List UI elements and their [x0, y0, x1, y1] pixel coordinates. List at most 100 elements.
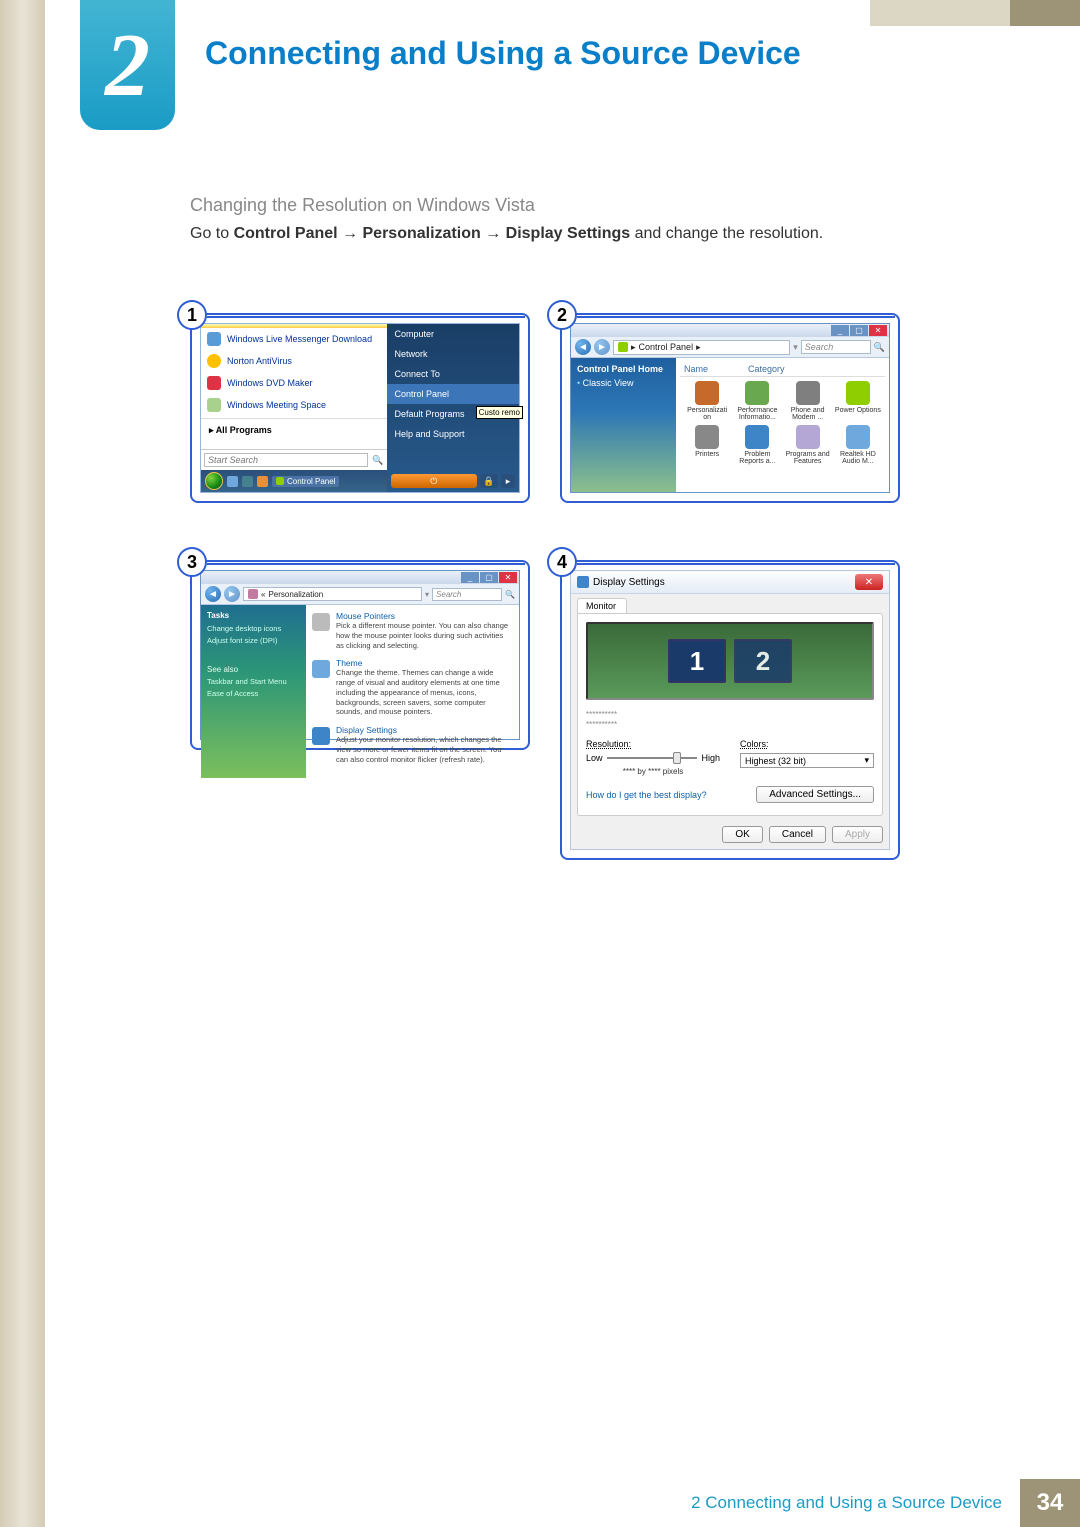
power-button[interactable]: ⏻ [391, 474, 478, 488]
window-titlebar: _ ▢ ✕ [201, 571, 519, 584]
search-input[interactable]: Search [801, 340, 871, 354]
app-icon [745, 425, 769, 449]
ok-button[interactable]: OK [722, 826, 762, 843]
personalization-sidebar: Tasks Change desktop icons Adjust font s… [201, 605, 306, 778]
cp-icon[interactable]: Phone and Modem ... [785, 381, 831, 421]
control-panel-sidebar: Control Panel Home Classic View [571, 358, 676, 492]
label: Default Programs [395, 409, 465, 419]
back-button[interactable]: ◄ [575, 339, 591, 355]
label: Windows Meeting Space [227, 400, 326, 410]
personalization-item[interactable]: Mouse PointersPick a different mouse poi… [312, 611, 513, 650]
maximize-button[interactable]: ▢ [850, 325, 868, 336]
page-side-tab [0, 0, 45, 1527]
cp-icon[interactable]: Printers [684, 425, 730, 465]
forward-button[interactable]: ► [224, 586, 240, 602]
help-link[interactable]: How do I get the best display? [586, 790, 707, 800]
cp-icon[interactable]: Programs and Features [785, 425, 831, 465]
item-title: Display Settings [336, 725, 513, 735]
colors-select[interactable]: Highest (32 bit) ▾ [740, 753, 874, 768]
start-menu-item[interactable]: Help and Support [387, 424, 520, 444]
close-button[interactable]: ✕ [869, 325, 887, 336]
apply-button[interactable]: Apply [832, 826, 883, 843]
cp-icon[interactable]: Performance Informatio... [734, 381, 780, 421]
close-button[interactable]: ✕ [855, 574, 883, 590]
step-number: 3 [187, 552, 197, 573]
start-menu-item[interactable]: Default Programs Custo remo [387, 404, 520, 424]
breadcrumb-text: Personalization [268, 590, 323, 599]
placeholder: Search [436, 590, 461, 599]
personalization-item[interactable]: ThemeChange the theme. Themes can change… [312, 658, 513, 717]
start-menu-item[interactable]: Windows Meeting Space [201, 394, 387, 416]
breadcrumb-text: Control Panel [639, 342, 694, 352]
monitor-2[interactable]: 2 [734, 639, 792, 683]
footer-text: 2 Connecting and Using a Source Device [691, 1493, 1002, 1513]
icon-label: Realtek HD Audio M... [835, 451, 881, 465]
label: Norton AntiVirus [227, 356, 292, 366]
monitor-1[interactable]: 1 [668, 639, 726, 683]
slider-thumb[interactable] [673, 752, 681, 764]
start-orb-icon[interactable] [205, 472, 223, 490]
breadcrumb[interactable]: ▸ Control Panel ▸ [613, 340, 790, 355]
start-search-input[interactable] [204, 453, 368, 467]
sidebar-link[interactable]: Taskbar and Start Menu [207, 677, 300, 686]
personalization-item-display-settings[interactable]: Display SettingsAdjust your monitor reso… [312, 725, 513, 764]
section-instruction: Go to Control Panel → Personalization → … [190, 225, 823, 243]
start-menu-item[interactable]: Windows Live Messenger Download [201, 328, 387, 350]
start-menu-item[interactable]: Norton AntiVirus [201, 350, 387, 372]
search-icon: 🔍 [874, 342, 885, 353]
sidebar-item-classic-view[interactable]: Classic View [577, 378, 670, 388]
taskbar-task[interactable]: Control Panel [272, 476, 339, 487]
start-menu-item[interactable]: Computer [387, 324, 520, 344]
maximize-button[interactable]: ▢ [480, 572, 498, 583]
minimize-button[interactable]: _ [461, 572, 479, 583]
breadcrumb[interactable]: « Personalization [243, 587, 422, 601]
chevron-down-icon: ▾ [864, 755, 869, 766]
lock-button[interactable]: 🔒 [480, 474, 498, 488]
icon-label: Personalizati on [684, 407, 730, 421]
advanced-settings-button[interactable]: Advanced Settings... [756, 786, 874, 803]
txt: Go to [190, 225, 234, 242]
forward-button[interactable]: ► [594, 339, 610, 355]
start-menu-item-control-panel[interactable]: Control Panel [387, 384, 520, 404]
cancel-button[interactable]: Cancel [769, 826, 826, 843]
search-input[interactable]: Search [432, 588, 502, 601]
column-header[interactable]: Category [748, 364, 785, 374]
step-badge: 3 [177, 547, 207, 577]
chapter-number: 2 [105, 14, 150, 117]
resolution-slider[interactable]: Low High [586, 753, 720, 763]
tooltip: Custo remo [476, 406, 523, 419]
column-header[interactable]: Name [684, 364, 708, 374]
app-icon [796, 381, 820, 405]
monitor-description: ********** ********** [586, 710, 874, 729]
page-number: 34 [1020, 1479, 1080, 1527]
cp-icon[interactable]: Problem Reports a... [734, 425, 780, 465]
close-button[interactable]: ✕ [499, 572, 517, 583]
sidebar-item-home[interactable]: Control Panel Home [577, 364, 670, 374]
cp-icon[interactable]: Power Options [835, 381, 881, 421]
app-icon [846, 425, 870, 449]
display-settings-content: 1 2 ********** ********** Resolution: Lo… [577, 613, 883, 816]
label: Windows DVD Maker [227, 378, 313, 388]
all-programs[interactable]: ▸ All Programs [201, 421, 387, 440]
app-icon [796, 425, 820, 449]
back-button[interactable]: ◄ [205, 586, 221, 602]
minimize-button[interactable]: _ [831, 325, 849, 336]
quicklaunch-icon[interactable] [242, 476, 253, 487]
cp-icon[interactable]: Realtek HD Audio M... [835, 425, 881, 465]
sidebar-link[interactable]: Change desktop icons [207, 624, 300, 633]
start-menu-item[interactable]: Connect To [387, 364, 520, 384]
start-search: 🔍 [201, 449, 387, 470]
quicklaunch-icon[interactable] [257, 476, 268, 487]
step-badge: 4 [547, 547, 577, 577]
tab-monitor[interactable]: Monitor [577, 598, 627, 613]
txt: and change the resolution. [635, 225, 824, 242]
start-menu-item[interactable]: Windows DVD Maker [201, 372, 387, 394]
sidebar-link[interactable]: Ease of Access [207, 689, 300, 698]
resolution-value: **** by **** pixels [586, 767, 720, 776]
chapter-title: Connecting and Using a Source Device [205, 35, 801, 72]
start-menu-item[interactable]: Network [387, 344, 520, 364]
cp-icon-personalization[interactable]: Personalizati on [684, 381, 730, 421]
shutdown-menu-button[interactable]: ▸ [501, 474, 515, 488]
quicklaunch-icon[interactable] [227, 476, 238, 487]
sidebar-link[interactable]: Adjust font size (DPI) [207, 636, 300, 645]
